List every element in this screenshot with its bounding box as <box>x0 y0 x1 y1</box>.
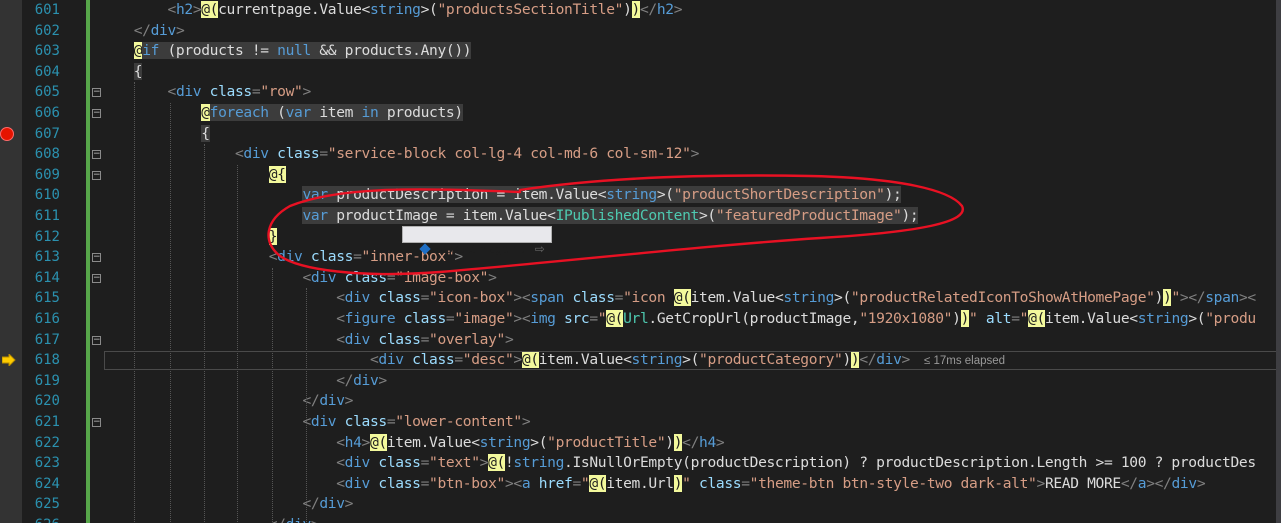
vertical-scrollbar[interactable] <box>1276 0 1281 523</box>
red-circle-annotation <box>267 174 964 276</box>
code-editor[interactable]: 601 <h2>@(currentpage.Value<string>("pro… <box>0 0 1281 523</box>
